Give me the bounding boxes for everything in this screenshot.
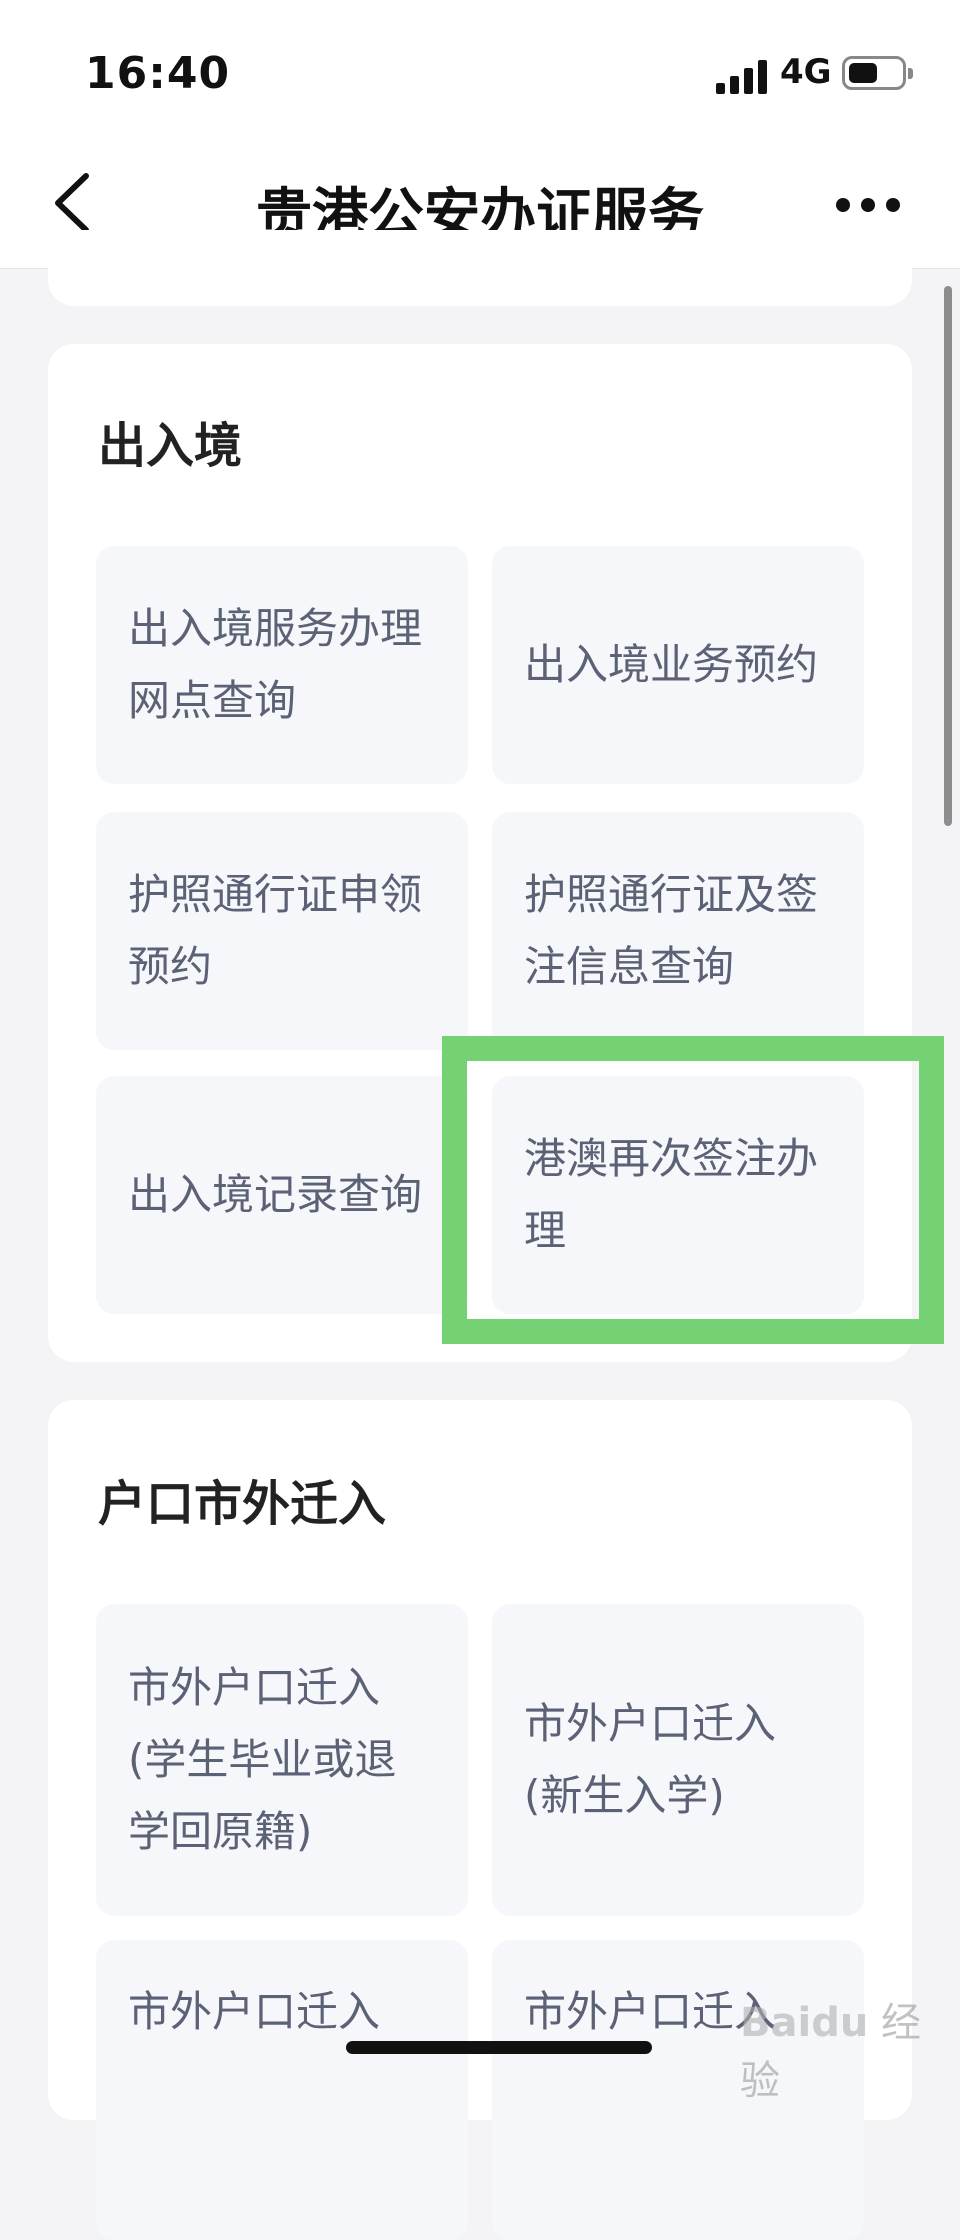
tile-label: 市外户口迁入 [128, 1987, 381, 2036]
tile-label: 护照通行证及签注信息查询 [524, 870, 819, 991]
tile-label: 市外户口迁入 [524, 1987, 777, 2036]
watermark-brand: Baidu [740, 2000, 869, 2046]
home-indicator[interactable] [346, 2041, 652, 2054]
highlight-box [442, 1036, 944, 1344]
service-tile[interactable]: 出入境服务办理网点查询 [96, 546, 468, 784]
service-tile[interactable]: 出入境业务预约 [492, 546, 864, 784]
status-bar: 16:40 4G [0, 0, 960, 140]
signal-icon [716, 58, 768, 94]
tile-label: 出入境记录查询 [128, 1170, 423, 1219]
tile-label: 护照通行证申领预约 [128, 870, 423, 991]
service-tile[interactable]: 出入境记录查询 [96, 1076, 468, 1314]
watermark: Baidu 经验 [740, 1990, 960, 2106]
service-tile[interactable]: 护照通行证申领预约 [96, 812, 468, 1050]
tile-label: 市外户口迁入(学生毕业或退学回原籍) [128, 1663, 397, 1856]
status-time: 16:40 [85, 48, 231, 99]
service-tile[interactable]: 市外户口迁入(新生入学) [492, 1604, 864, 1916]
tile-label: 市外户口迁入(新生入学) [524, 1699, 777, 1820]
service-tile[interactable]: 市外户口迁入(学生毕业或退学回原籍) [96, 1604, 468, 1916]
battery-icon [842, 56, 913, 90]
tile-label: 出入境服务办理网点查询 [128, 604, 423, 725]
scrollbar[interactable] [944, 286, 952, 826]
more-options-icon[interactable] [828, 168, 908, 238]
tile-label: 出入境业务预约 [524, 640, 819, 689]
section-title: 户口市外迁入 [98, 1476, 387, 1532]
service-tile[interactable]: 市外户口迁入 [96, 1940, 468, 2240]
previous-section-card [48, 230, 912, 306]
service-tile[interactable]: 护照通行证及签注信息查询 [492, 812, 864, 1050]
network-type: 4G [780, 52, 832, 92]
section-title: 出入境 [98, 418, 243, 474]
